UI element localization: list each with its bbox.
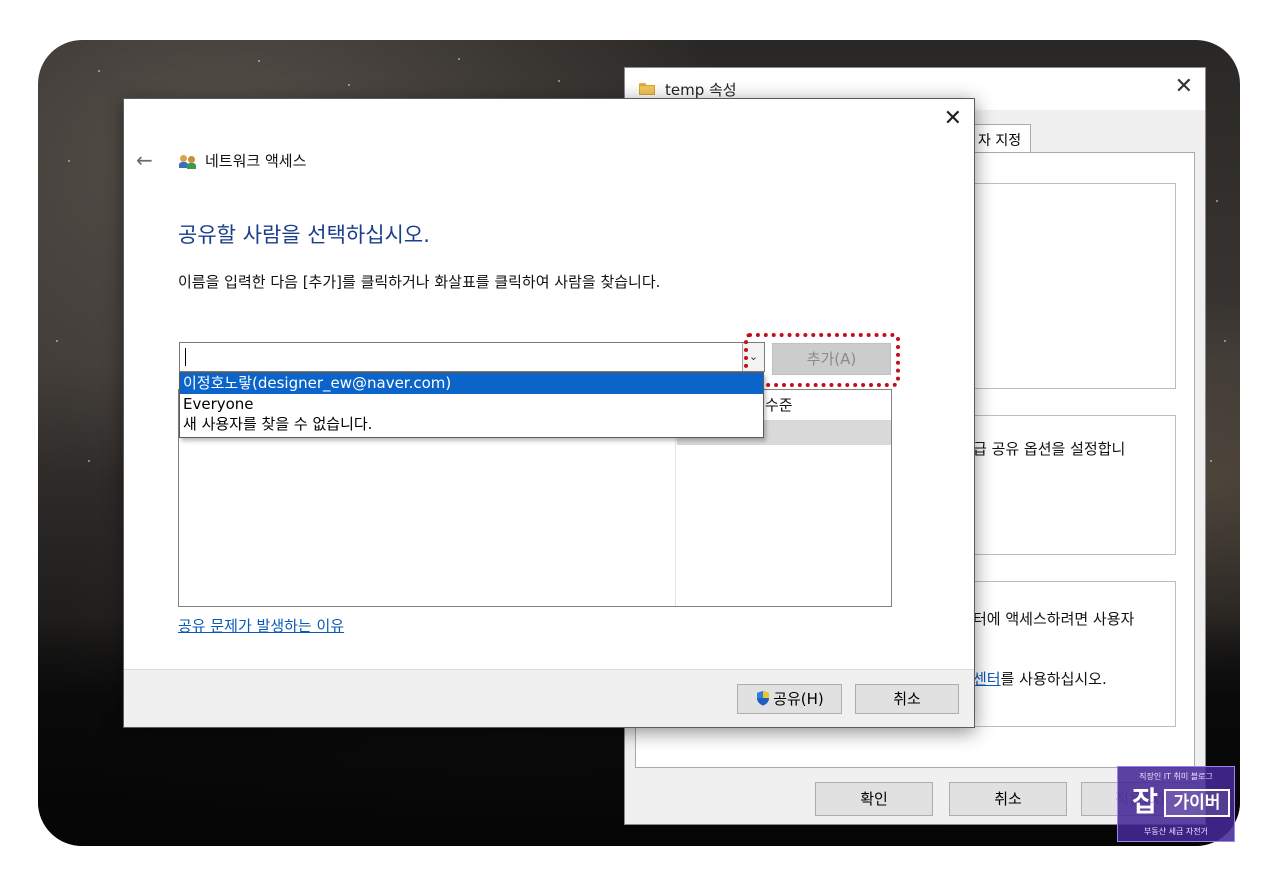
user-name-input[interactable] [179,342,765,372]
cancel-button[interactable]: 취소 [855,684,959,714]
instruction-text: 이름을 입력한 다음 [추가]를 클릭하거나 화살표를 클릭하여 사람을 찾습니… [178,273,661,291]
properties-group-box [972,183,1176,389]
watermark-logo-name: 가이버 [1164,789,1230,817]
network-users-icon [179,153,197,169]
annotation-highlight [744,333,900,387]
user-dropdown-list[interactable]: 이정호노랗(designer_ew@naver.com) Everyone 새 … [179,372,764,438]
uac-shield-icon [757,691,770,706]
watermark-logo-mark: 잡 [1132,785,1158,818]
ok-button[interactable]: 확인 [815,782,933,816]
network-center-suffix: 를 사용하십시오. [1000,670,1107,688]
tab-customize[interactable]: 자 지정 [971,124,1031,152]
folder-icon [639,81,655,95]
sharing-problem-link[interactable]: 공유 문제가 발생하는 이유 [178,615,344,636]
text-caret [185,348,186,366]
access-description-text: 터에 액세스하려면 사용자 [973,610,1135,628]
dialog-footer: 공유(H) 취소 [124,669,974,727]
advanced-sharing-group [972,415,1176,555]
permission-level-header[interactable]: 수준 [765,394,793,415]
properties-cancel-button[interactable]: 취소 [949,782,1067,816]
blog-watermark: 직장인 IT 취미 블로그 잡 가이버 부동산 세금 자전거 [1117,766,1235,842]
network-center-text: 센터를 사용하십시오. [973,668,1107,689]
properties-close-button[interactable]: ✕ [1175,74,1193,100]
page-title: 공유할 사람을 선택하십시오. [178,223,430,247]
dialog-close-button[interactable]: ✕ [944,107,962,131]
advanced-sharing-text: 급 공유 옵션을 설정합니 [973,440,1126,458]
watermark-tagline: 직장인 IT 취미 블로그 [1139,772,1213,781]
dropdown-item[interactable]: 새 사용자를 찾을 수 없습니다. [180,413,763,435]
share-button-label: 공유(H) [773,690,824,708]
network-center-link[interactable]: 센터 [973,670,1001,688]
dropdown-item[interactable]: Everyone [180,395,763,413]
share-button[interactable]: 공유(H) [737,684,842,714]
breadcrumb: 네트워크 액세스 [205,152,307,170]
password-protection-group [972,581,1176,727]
dropdown-item[interactable]: 이정호노랗(designer_ew@naver.com) [180,373,763,394]
properties-title: temp 속성 [665,81,737,99]
network-access-dialog: ✕ ← 네트워크 액세스 공유할 사람을 선택하십시오. 이름을 입력한 다음 … [123,98,975,728]
watermark-subtitle: 부동산 세금 자전거 [1144,827,1208,836]
back-arrow-icon[interactable]: ← [136,149,153,171]
